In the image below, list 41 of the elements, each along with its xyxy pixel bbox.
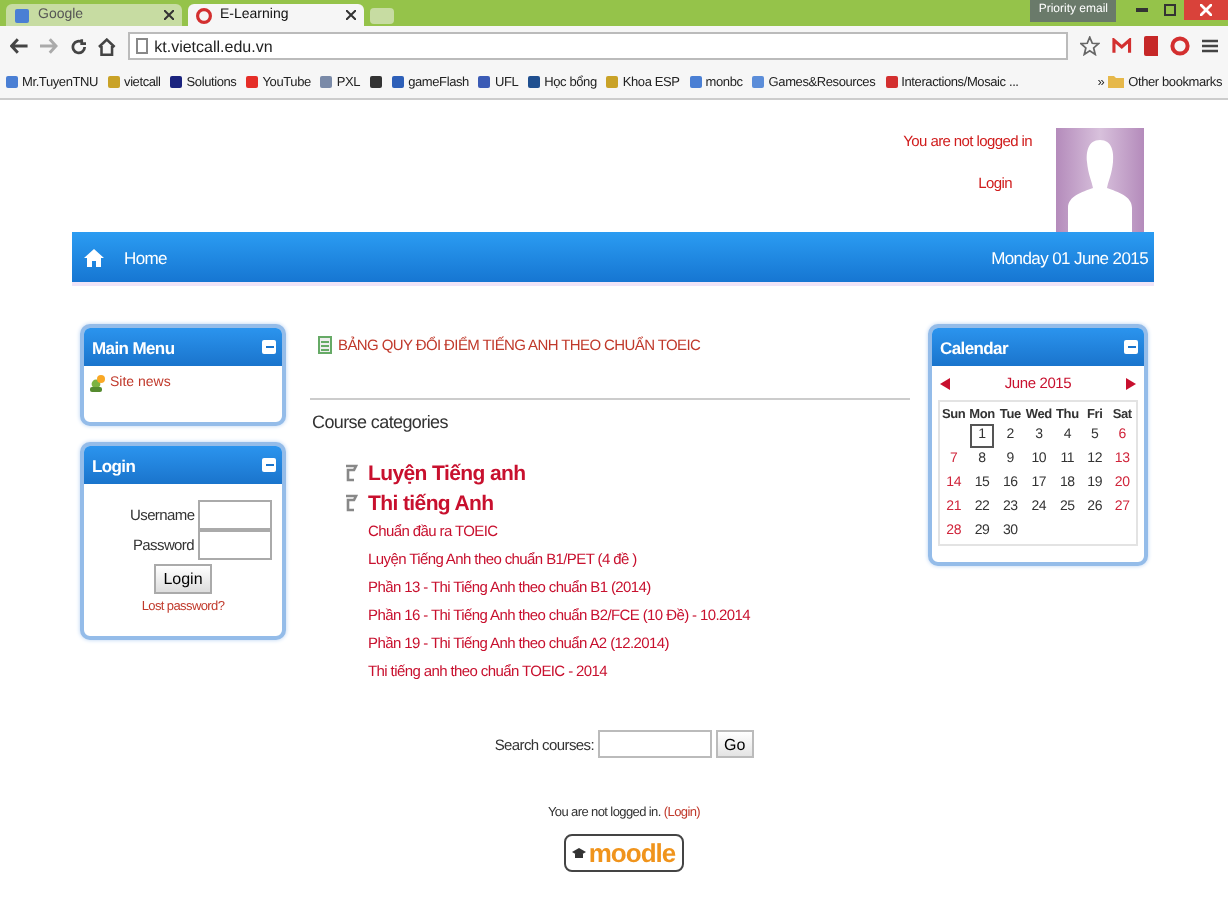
- previous-month-icon[interactable]: [940, 377, 950, 389]
- block-title: Calendar: [940, 337, 1011, 357]
- home-icon[interactable]: [98, 37, 117, 55]
- book-icon[interactable]: [1143, 36, 1159, 56]
- address-bar[interactable]: kt.vietcall.edu.vn: [128, 32, 1069, 60]
- next-month-icon[interactable]: [1125, 377, 1136, 389]
- collapse-icon[interactable]: [262, 458, 276, 472]
- back-icon[interactable]: [10, 38, 28, 54]
- collapse-icon[interactable]: [1124, 340, 1138, 354]
- search-field[interactable]: [598, 730, 713, 758]
- mail-icon[interactable]: [1111, 38, 1132, 54]
- square-icon: [1164, 4, 1176, 16]
- section-heading: Course categories: [312, 412, 450, 432]
- avatar-silhouette: [1056, 128, 1144, 232]
- username-field[interactable]: [198, 500, 272, 530]
- mortarboard-icon: [572, 847, 587, 859]
- go-button[interactable]: Go: [716, 730, 754, 758]
- login-button[interactable]: Login: [153, 564, 213, 594]
- circle-logo-icon: [196, 7, 212, 23]
- minus-icon: [1136, 8, 1148, 12]
- document-icon: [318, 336, 332, 354]
- password-field[interactable]: [198, 530, 272, 560]
- folder-icon: [1108, 76, 1125, 88]
- category-link[interactable]: Thi tiếng Anh: [368, 491, 494, 515]
- collapse-icon[interactable]: [262, 340, 276, 354]
- home-link[interactable]: Home: [124, 247, 167, 267]
- block-title: Login: [92, 455, 138, 475]
- close-button[interactable]: [1184, 0, 1228, 20]
- people-icon: [90, 374, 106, 392]
- category-link[interactable]: Luyện Tiếng anh: [368, 461, 526, 485]
- close-icon: [1200, 4, 1212, 16]
- date-label: Monday 01 June 2015: [991, 247, 1148, 267]
- page-logo-icon: [14, 7, 30, 23]
- reload-icon[interactable]: [69, 37, 87, 55]
- close-icon[interactable]: [164, 10, 174, 20]
- ring-icon[interactable]: [1170, 36, 1191, 56]
- block-title: Main Menu: [92, 337, 177, 357]
- close-icon[interactable]: [346, 10, 356, 20]
- home-icon[interactable]: [84, 247, 104, 267]
- star-icon[interactable]: [1080, 36, 1100, 56]
- menu-icon[interactable]: [1202, 38, 1218, 54]
